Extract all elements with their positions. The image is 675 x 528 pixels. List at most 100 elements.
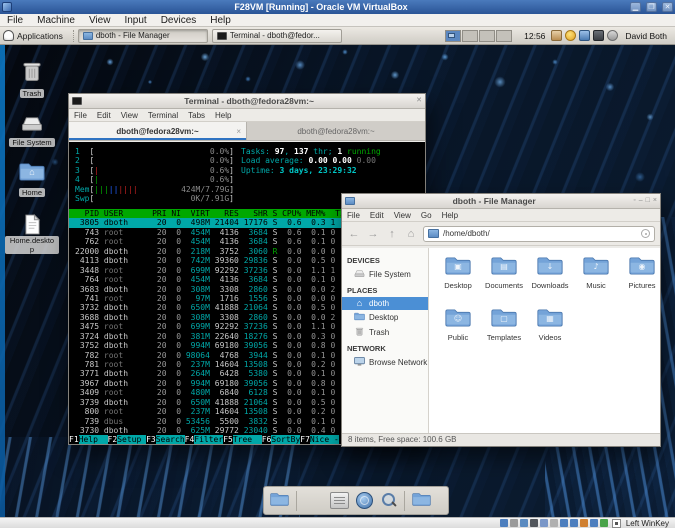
fkey-f3[interactable]: F3 xyxy=(146,435,156,444)
fkey-f6[interactable]: F6 xyxy=(262,435,272,444)
folder-item-music[interactable]: ♪ Music xyxy=(573,256,619,290)
network-status-icon[interactable] xyxy=(529,519,538,527)
clipboard-tray-icon[interactable] xyxy=(551,30,563,41)
folder-item-downloads[interactable]: ↓ Downloads xyxy=(527,256,573,290)
vbox-minimize-button[interactable]: ▁ xyxy=(630,2,641,12)
desktop-icon-trash[interactable]: Trash xyxy=(4,57,60,101)
hdd-status-icon[interactable] xyxy=(499,519,508,527)
forward-icon[interactable]: → xyxy=(366,228,380,240)
terminal-tab-2[interactable]: dboth@fedora28vm:~ xyxy=(247,122,425,140)
mouse-status-icon[interactable] xyxy=(589,519,598,527)
folder-item-public[interactable]: ☺ Public xyxy=(435,308,481,342)
session-tray-icon[interactable] xyxy=(607,30,619,41)
taskbar-clock[interactable]: 12:56 xyxy=(524,31,545,41)
fm-close-button[interactable]: × xyxy=(653,196,657,206)
fkey-label-help[interactable]: Help xyxy=(78,434,108,444)
folder-item-pictures[interactable]: ◉ Pictures xyxy=(619,256,665,290)
sidebar-item-desktop[interactable]: Desktop xyxy=(342,310,428,325)
vbox-close-button[interactable]: ✕ xyxy=(662,2,673,12)
fm-sticky-button[interactable]: ◦ xyxy=(633,196,635,206)
fkey-f4[interactable]: F4 xyxy=(185,435,195,444)
terminal-menu-help[interactable]: Help xyxy=(210,111,236,120)
cd-status-icon[interactable] xyxy=(509,519,518,527)
desktop-icon-home[interactable]: ⌂ Home xyxy=(4,156,60,200)
terminal-close-button[interactable]: ✕ xyxy=(416,96,422,106)
dock-terminal-icon[interactable] xyxy=(304,492,323,509)
tab-close-icon[interactable]: × xyxy=(236,127,241,136)
terminal-menu-terminal[interactable]: Terminal xyxy=(143,111,183,120)
fm-maximize-button[interactable]: □ xyxy=(646,196,650,206)
usb-status-icon[interactable] xyxy=(539,519,548,527)
vbox-menu-machine[interactable]: Machine xyxy=(30,14,82,27)
fkey-f5[interactable]: F5 xyxy=(223,435,233,444)
fkey-f7[interactable]: F7 xyxy=(300,435,310,444)
applications-menu-button[interactable]: Applications xyxy=(0,28,69,44)
desktop-icon-file-system[interactable]: File System xyxy=(4,106,60,150)
folder-item-documents[interactable]: ▤ Documents xyxy=(481,256,527,290)
up-icon[interactable]: ↑ xyxy=(385,228,399,240)
vbox-menu-view[interactable]: View xyxy=(82,14,118,27)
volume-tray-icon[interactable] xyxy=(593,30,605,41)
sidebar-item-browse-network[interactable]: Browse Network xyxy=(342,355,428,370)
fkey-f2[interactable]: F2 xyxy=(108,435,118,444)
vbox-menu-devices[interactable]: Devices xyxy=(154,14,204,27)
terminal-menu-file[interactable]: File xyxy=(69,111,92,120)
terminal-titlebar[interactable]: Terminal - dboth@fedora28vm:~ ✕ xyxy=(69,94,425,109)
dock-file-manager-icon[interactable] xyxy=(270,492,289,509)
taskbar-task-terminal[interactable]: Terminal - dboth@fedor... xyxy=(211,28,342,43)
workspace-3[interactable] xyxy=(479,29,496,42)
fm-menu-edit[interactable]: Edit xyxy=(365,211,389,220)
path-bar[interactable]: /home/dboth/ xyxy=(423,225,655,242)
vbox-menu-input[interactable]: Input xyxy=(117,14,153,27)
dock-editor-icon[interactable] xyxy=(330,492,349,509)
fm-menu-view[interactable]: View xyxy=(389,211,416,220)
dock-browser-icon[interactable] xyxy=(356,492,373,509)
fkey-label-tree[interactable]: Tree xyxy=(232,434,262,444)
sidebar-item-file-system[interactable]: File System xyxy=(342,267,428,282)
recording-status-icon[interactable] xyxy=(569,519,578,527)
sidebar-item-trash[interactable]: Trash xyxy=(342,325,428,340)
workspace-2[interactable] xyxy=(462,29,479,42)
vbox-statusbar: Left WinKey xyxy=(0,517,675,528)
network-tray-icon[interactable] xyxy=(579,30,591,41)
workspace-4[interactable] xyxy=(496,29,513,42)
features-status-icon[interactable] xyxy=(579,519,588,527)
path-options-icon[interactable] xyxy=(641,229,650,238)
vbox-menu-help[interactable]: Help xyxy=(203,14,238,27)
fkey-label-filter[interactable]: Filter xyxy=(194,434,224,444)
vbox-maximize-button[interactable]: ❐ xyxy=(646,2,657,12)
updates-tray-icon[interactable] xyxy=(565,30,577,41)
dock-search-icon[interactable] xyxy=(380,492,397,509)
folder-item-videos[interactable]: ▦ Videos xyxy=(527,308,573,342)
terminal-menu-edit[interactable]: Edit xyxy=(92,111,116,120)
fkey-label-nice-[interactable]: Nice - xyxy=(309,434,339,444)
terminal-menu-view[interactable]: View xyxy=(116,111,143,120)
fm-menu-go[interactable]: Go xyxy=(416,211,437,220)
vbox-menu-file[interactable]: File xyxy=(0,14,30,27)
taskbar-user-name[interactable]: David Both xyxy=(625,31,667,41)
display-status-icon[interactable] xyxy=(559,519,568,527)
terminal-tab-1[interactable]: dboth@fedora28vm:~ × xyxy=(69,122,247,140)
fkey-label-search[interactable]: Search xyxy=(155,434,185,444)
sidebar-item-dboth[interactable]: ⌂ dboth xyxy=(342,297,428,310)
keyboard-status-icon[interactable] xyxy=(599,519,608,527)
file-manager-titlebar[interactable]: dboth - File Manager ◦ – □ × xyxy=(342,194,660,209)
shared-folders-status-icon[interactable] xyxy=(549,519,558,527)
dock-folder-icon[interactable] xyxy=(412,492,431,509)
desktop-icon-home-desktop[interactable]: Home.desktop xyxy=(4,209,60,257)
terminal-menu-tabs[interactable]: Tabs xyxy=(183,111,210,120)
fkey-f1[interactable]: F1 xyxy=(69,435,79,444)
fkey-label-sortby[interactable]: SortBy xyxy=(271,434,301,444)
folder-item-templates[interactable]: ▢ Templates xyxy=(481,308,527,342)
audio-status-icon[interactable] xyxy=(519,519,528,527)
home-icon[interactable]: ⌂ xyxy=(404,228,418,240)
fkey-label-setup[interactable]: Setup xyxy=(117,434,147,444)
fm-minimize-button[interactable]: – xyxy=(639,196,643,206)
fm-menu-help[interactable]: Help xyxy=(437,211,463,220)
fm-menu-file[interactable]: File xyxy=(342,211,365,220)
file-manager-icon-view[interactable]: ▣ Desktop ▤ Documents ↓ Downloads ♪ Music ◉ Pictu… xyxy=(429,248,660,433)
workspace-1[interactable] xyxy=(445,29,462,42)
folder-item-desktop[interactable]: ▣ Desktop xyxy=(435,256,481,290)
back-icon[interactable]: ← xyxy=(347,228,361,240)
taskbar-task-folder[interactable]: dboth - File Manager xyxy=(77,28,208,43)
